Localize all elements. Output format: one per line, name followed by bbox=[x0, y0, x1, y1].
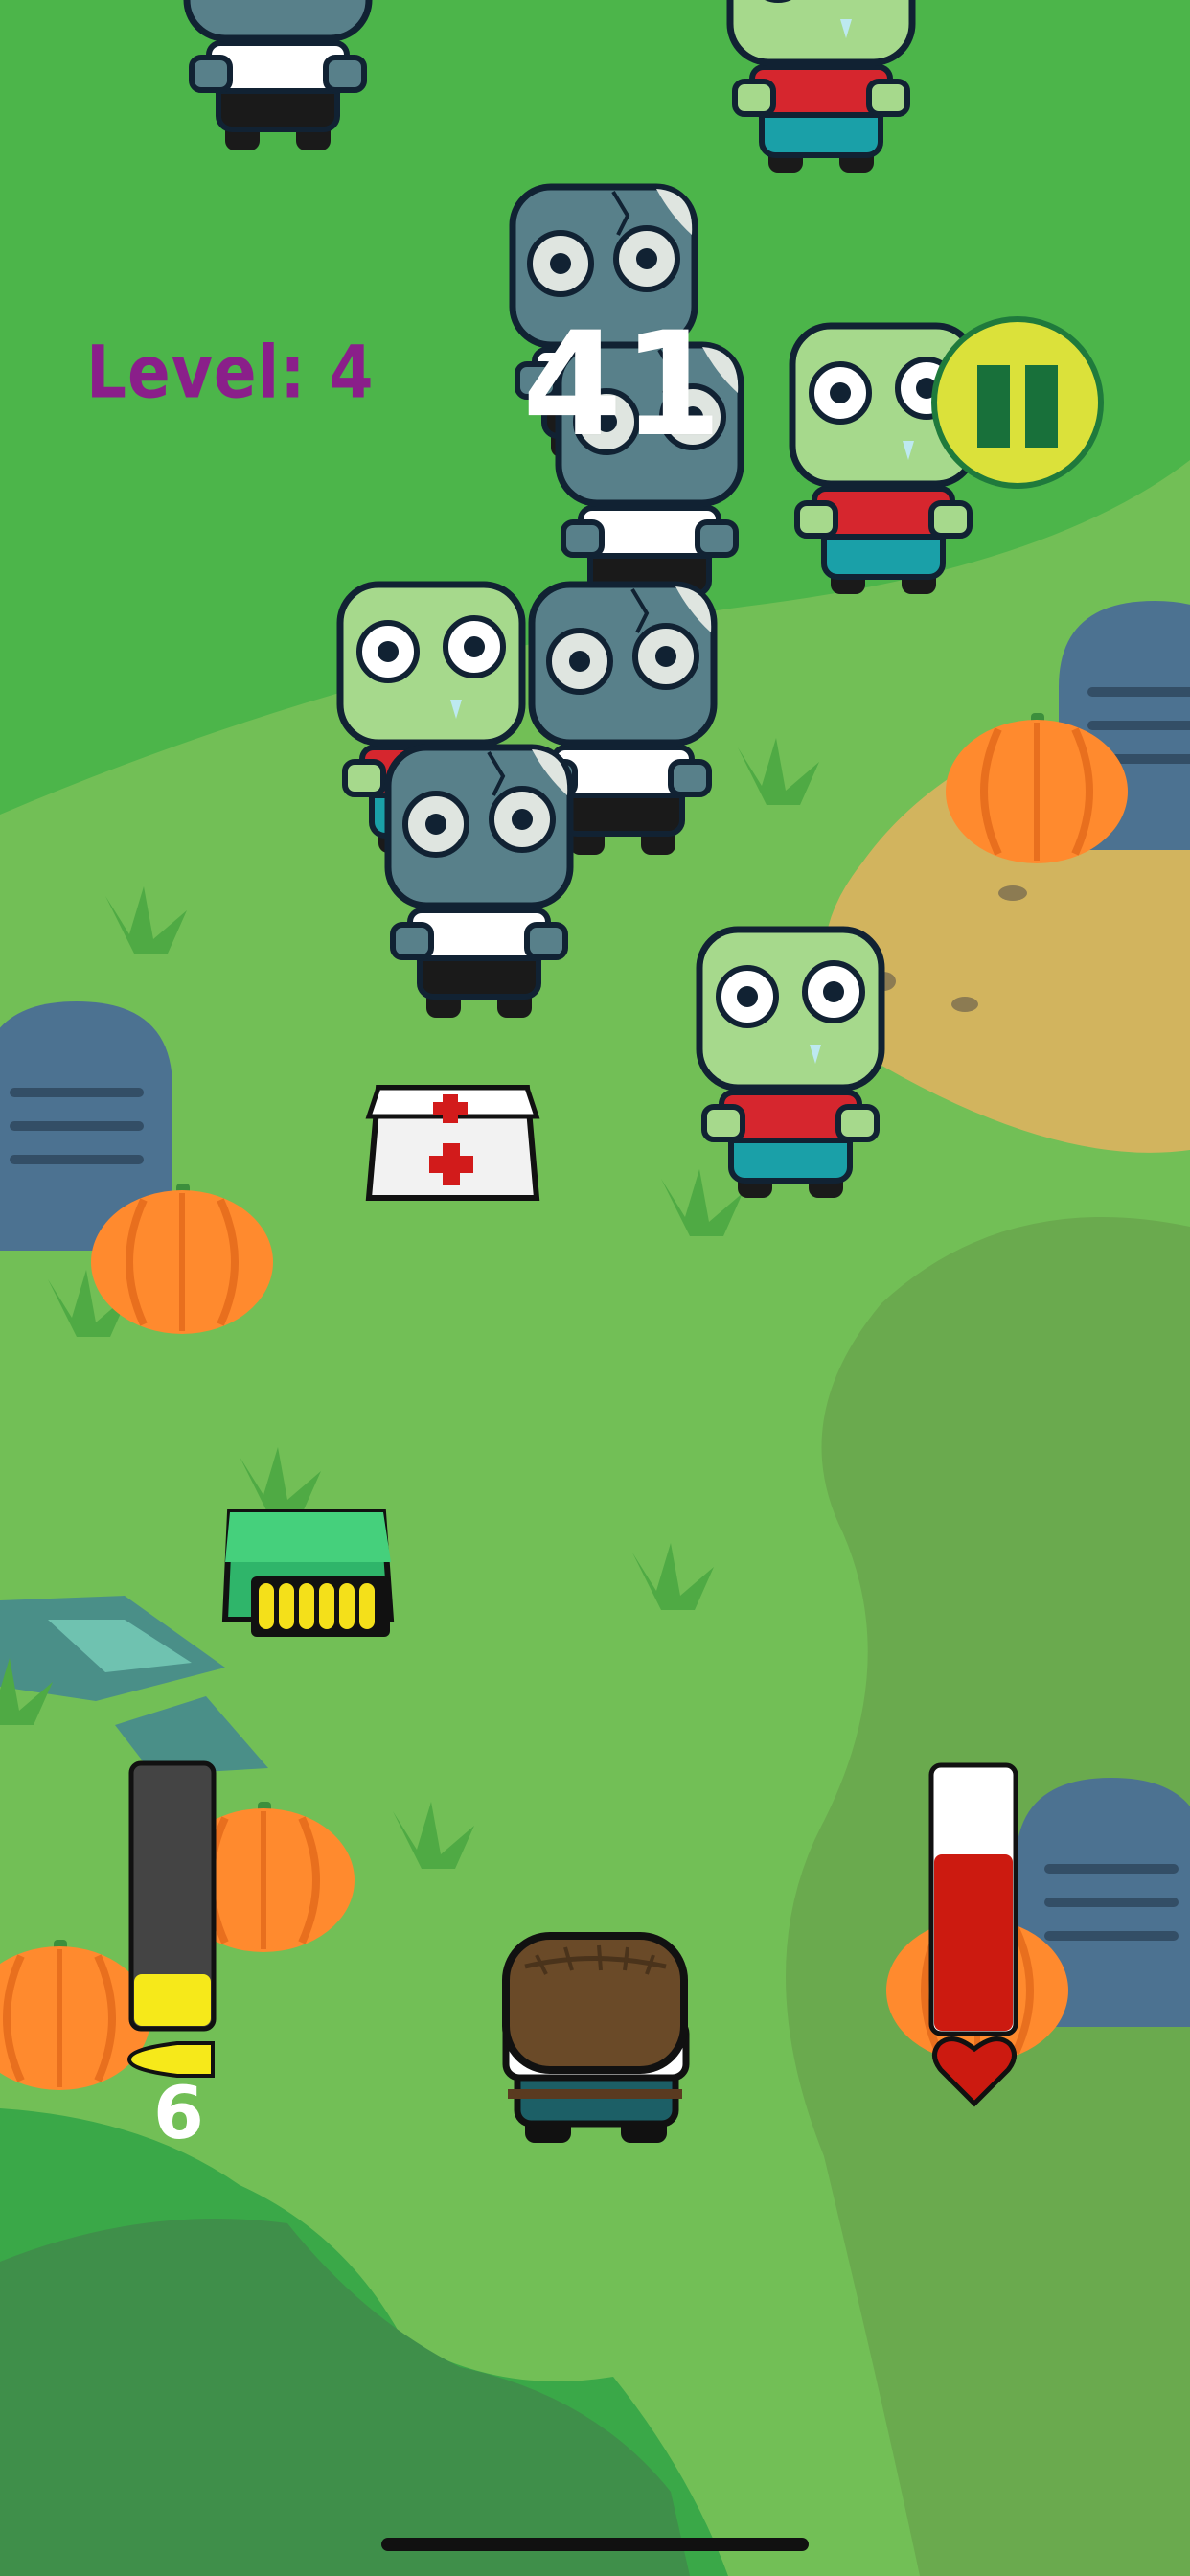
player-character bbox=[502, 1932, 690, 2143]
health-gauge-fill bbox=[934, 1854, 1013, 2031]
ammo-gauge-fill bbox=[134, 1974, 211, 2026]
health-gauge bbox=[928, 1762, 1018, 2107]
medkit[interactable] bbox=[365, 1085, 540, 1201]
score-counter: 41 bbox=[522, 302, 722, 469]
ammo-box[interactable] bbox=[221, 1509, 395, 1637]
ammo-gauge bbox=[126, 1760, 217, 2078]
home-indicator[interactable] bbox=[381, 2538, 809, 2551]
ammo-count: 6 bbox=[153, 2070, 204, 2155]
pause-button[interactable] bbox=[931, 316, 1104, 489]
level-label: Level: 4 bbox=[86, 330, 375, 415]
